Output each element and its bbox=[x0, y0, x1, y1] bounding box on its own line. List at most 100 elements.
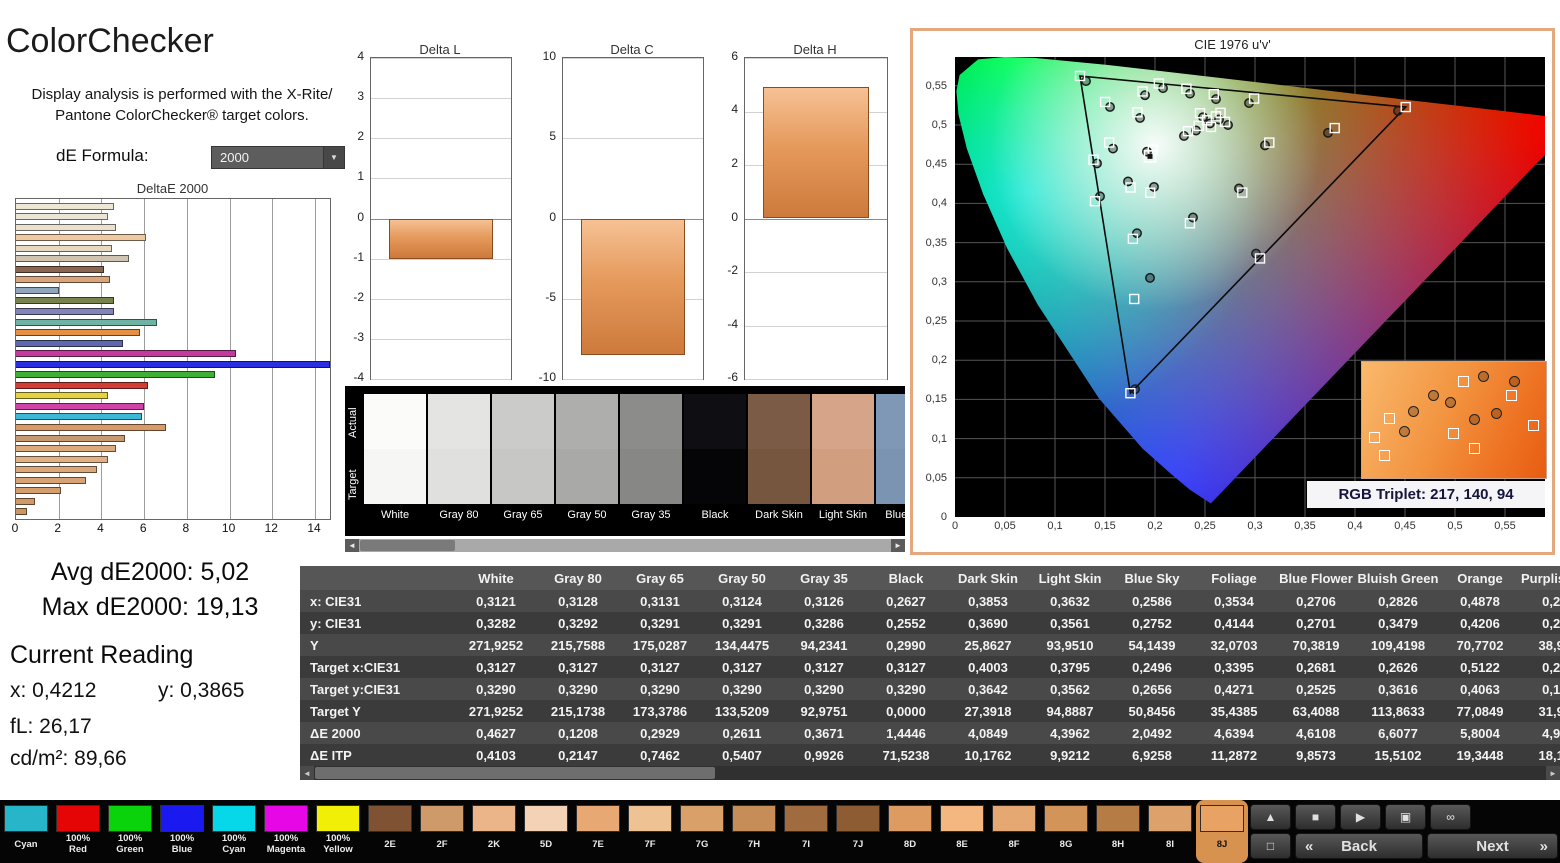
deltae-bar bbox=[16, 381, 149, 389]
scroll-track[interactable] bbox=[314, 766, 1546, 780]
y-axis-label: -2 bbox=[353, 289, 364, 304]
table-cell: 2,0492 bbox=[1132, 725, 1172, 741]
toolbar-swatch[interactable]: 8E bbox=[936, 800, 988, 863]
toolbar-swatch[interactable]: 7E bbox=[572, 800, 624, 863]
colorchecker-patch: White bbox=[364, 394, 426, 521]
deltae-bar-row bbox=[16, 371, 330, 379]
y-axis-label: -10 bbox=[538, 370, 556, 384]
toolbar-swatch[interactable]: 5D bbox=[520, 800, 572, 863]
patch-label: Gray 50 bbox=[567, 509, 607, 521]
toolbar-swatch[interactable]: 100% Yellow bbox=[312, 800, 364, 863]
next-button[interactable]: Next » bbox=[1427, 833, 1558, 859]
table-cell: 19,3448 bbox=[1456, 747, 1504, 763]
column-header: Gray 35 bbox=[800, 570, 848, 586]
swatch-color bbox=[836, 805, 880, 832]
deltae-bar-row bbox=[16, 455, 330, 463]
toolbar-swatch[interactable]: 100% Blue bbox=[156, 800, 208, 863]
table-cell: 63,4088 bbox=[1292, 703, 1340, 719]
target-marker bbox=[1457, 375, 1469, 387]
toolbar-swatch[interactable]: 8G bbox=[1040, 800, 1092, 863]
y-axis-label: 0,35 bbox=[925, 236, 947, 249]
gridline bbox=[371, 98, 511, 100]
table-scrollbar[interactable]: ◄ ► bbox=[300, 766, 1560, 780]
x-axis-label: 10 bbox=[221, 521, 236, 535]
target-marker bbox=[1505, 389, 1517, 401]
table-cell: 0,3291 bbox=[722, 615, 762, 631]
deltae-bar bbox=[16, 234, 147, 242]
table-cell: 0,2990 bbox=[886, 637, 926, 653]
play-button[interactable]: ▶ bbox=[1340, 804, 1381, 830]
deltae-bar bbox=[16, 455, 108, 463]
measurement-marker bbox=[1490, 408, 1502, 420]
table-cell: 6,6077 bbox=[1378, 725, 1418, 741]
chevron-right-icon: » bbox=[1539, 837, 1548, 855]
table-cell: 27,3918 bbox=[964, 703, 1012, 719]
table-cell: 0,3124 bbox=[722, 593, 762, 609]
de-formula-label: dE Formula: bbox=[56, 146, 149, 165]
cie-1976-panel[interactable]: CIE 1976 u'v' 0,55 0,5 0,45 0,4 0,35 0,3 0,25 0… bbox=[910, 28, 1555, 555]
toolbar-swatch[interactable]: 7G bbox=[676, 800, 728, 863]
measurement-marker bbox=[1477, 371, 1489, 383]
toolbar-swatch[interactable]: 2K bbox=[468, 800, 520, 863]
toolbar-swatch[interactable]: 100% Cyan bbox=[208, 800, 260, 863]
back-button[interactable]: « Back bbox=[1295, 833, 1423, 859]
scroll-left-arrow[interactable]: ◄ bbox=[345, 539, 359, 552]
deltae-bars bbox=[16, 199, 330, 519]
table-cell: 0,3290 bbox=[804, 681, 844, 697]
delta-c-plot bbox=[562, 57, 704, 380]
back-label: Back bbox=[1341, 837, 1377, 855]
deltae-bar-row bbox=[16, 466, 330, 474]
deltae-bar-row bbox=[16, 381, 330, 389]
toolbar-swatch[interactable]: 7I bbox=[780, 800, 832, 863]
measurement-marker bbox=[1398, 425, 1410, 437]
swatch-color bbox=[316, 805, 360, 832]
toolbar-swatch[interactable]: 7J bbox=[832, 800, 884, 863]
window-button[interactable]: □ bbox=[1250, 833, 1291, 859]
de-formula-dropdown[interactable]: 2000 ▼ bbox=[211, 146, 345, 169]
stop-button[interactable]: ■ bbox=[1295, 804, 1336, 830]
scroll-right-arrow[interactable]: ► bbox=[1546, 766, 1560, 780]
continuous-button[interactable]: ∞ bbox=[1430, 804, 1471, 830]
toolbar-swatch[interactable]: 100% Magenta bbox=[260, 800, 312, 863]
toolbar-swatch[interactable]: 8F bbox=[988, 800, 1040, 863]
continuous-icon: ∞ bbox=[1446, 810, 1455, 824]
swatch-color bbox=[732, 805, 776, 832]
row-label: Target y:CIE31 bbox=[310, 681, 401, 697]
delta-l-y-axis: 4 3 2 1 0 -1 -2 -3 -4 bbox=[336, 49, 366, 384]
table-cell: 94,8887 bbox=[1046, 703, 1094, 719]
table-row: Target Y 271,9252 215,1738 173,3786 133,5209… bbox=[300, 700, 1560, 722]
deltae-bar bbox=[16, 413, 143, 421]
toolbar-swatch[interactable]: 7H bbox=[728, 800, 780, 863]
table-cell: 0,2264 bbox=[1542, 593, 1560, 609]
toolbar-swatch[interactable]: 100% Green bbox=[104, 800, 156, 863]
toolbar-swatch[interactable]: 8J bbox=[1196, 800, 1248, 863]
x-axis-label: 0,25 bbox=[1194, 520, 1216, 532]
table-cell: 0,3642 bbox=[968, 681, 1008, 697]
scroll-right-arrow[interactable]: ► bbox=[891, 539, 905, 552]
toolbar-swatch[interactable]: 100% Red bbox=[52, 800, 104, 863]
scroll-thumb[interactable] bbox=[360, 540, 455, 551]
deltae-bar bbox=[16, 318, 157, 326]
scroll-track[interactable] bbox=[359, 539, 891, 552]
table-cell: 0,4144 bbox=[1214, 615, 1254, 631]
toolbar-swatch[interactable]: 2E bbox=[364, 800, 416, 863]
x-axis-label: 0,2 bbox=[1147, 520, 1163, 532]
y-axis-label: 10 bbox=[542, 49, 556, 63]
toolbar-swatch[interactable]: 2F bbox=[416, 800, 468, 863]
table-cell: 0,3290 bbox=[558, 681, 598, 697]
patch-strip-scrollbar[interactable]: ◄ ► bbox=[345, 539, 905, 552]
scroll-thumb[interactable] bbox=[315, 767, 715, 779]
table-cell: 0,9926 bbox=[804, 747, 844, 763]
collapse-button[interactable]: ▲ bbox=[1250, 804, 1291, 830]
toolbar-swatch[interactable]: 8I bbox=[1144, 800, 1196, 863]
column-header: Orange bbox=[1457, 570, 1503, 586]
toolbar-swatch[interactable]: Cyan bbox=[0, 800, 52, 863]
toolbar-swatch[interactable]: 7F bbox=[624, 800, 676, 863]
pattern-window-button[interactable]: ▣ bbox=[1385, 804, 1426, 830]
toolbar-swatch[interactable]: 8D bbox=[884, 800, 936, 863]
table-cell: 0,2681 bbox=[1296, 659, 1336, 675]
swatch-label: 8I bbox=[1166, 839, 1174, 850]
toolbar-swatch[interactable]: 8H bbox=[1092, 800, 1144, 863]
scroll-left-arrow[interactable]: ◄ bbox=[300, 766, 314, 780]
deltae-bar bbox=[16, 466, 98, 474]
